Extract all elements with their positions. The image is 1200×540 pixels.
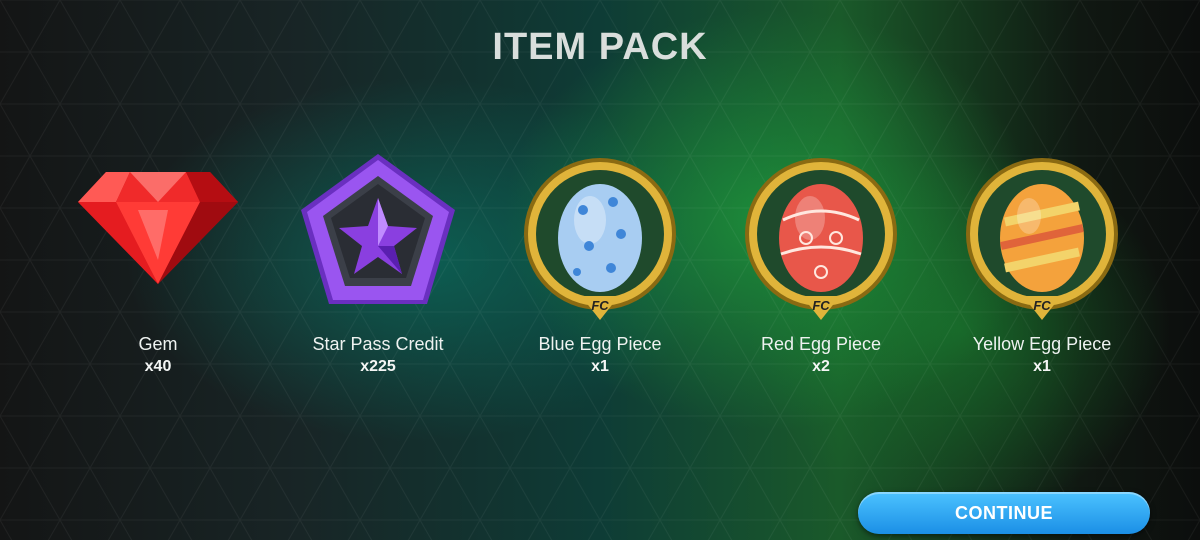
- item-name: Red Egg Piece: [760, 334, 882, 354]
- red-egg-icon: FC: [745, 158, 897, 320]
- reward-item-red-egg-piece: FC Red Egg Piece x2: [711, 150, 931, 376]
- svg-text:FC: FC: [591, 298, 609, 313]
- reward-item-blue-egg-piece: FC Blue Egg Piece x1: [490, 150, 710, 376]
- continue-button[interactable]: CONTINUE: [858, 492, 1150, 534]
- item-pack-screen: ITEM PACK Gem x40 Star Pass Credit x225 …: [0, 0, 1200, 540]
- item-quantity: x225: [360, 358, 396, 375]
- reward-item-gem: Gem x40: [48, 150, 268, 376]
- item-name: Blue Egg Piece: [538, 334, 662, 354]
- item-name: Yellow Egg Piece: [972, 334, 1112, 354]
- reward-item-star-pass-credit: Star Pass Credit x225: [268, 150, 488, 376]
- item-quantity: x1: [1033, 358, 1051, 375]
- reward-item-yellow-egg-piece: FC Yellow Egg Piece x1: [932, 150, 1152, 376]
- svg-text:FC: FC: [812, 298, 830, 313]
- blue-egg-icon: FC: [524, 158, 676, 320]
- gem-icon: [78, 172, 238, 284]
- item-quantity: x40: [144, 358, 172, 375]
- page-title: ITEM PACK: [492, 26, 708, 68]
- item-name: Star Pass Credit: [312, 334, 444, 354]
- star-pass-credit-icon: [301, 154, 455, 304]
- yellow-egg-icon: FC: [966, 158, 1118, 320]
- item-quantity: x2: [812, 358, 830, 375]
- item-quantity: x1: [591, 358, 609, 375]
- svg-text:FC: FC: [1033, 298, 1051, 313]
- item-name: Gem: [138, 334, 178, 354]
